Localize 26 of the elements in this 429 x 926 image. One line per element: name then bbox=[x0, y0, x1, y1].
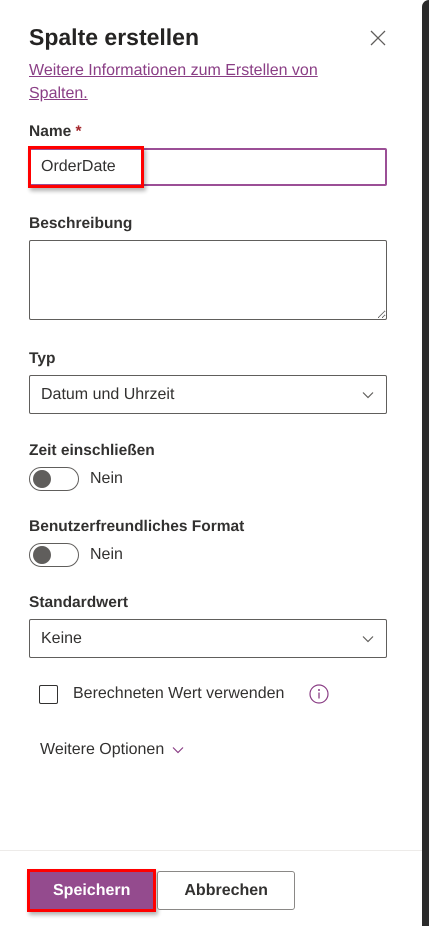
info-icon[interactable] bbox=[309, 684, 330, 704]
field-label: Beschreibung bbox=[29, 215, 134, 233]
panel-title: Spalte erstellen bbox=[29, 24, 200, 51]
checkbox-label: Berechneten Wert verwenden bbox=[73, 685, 284, 703]
toggle-switch[interactable] bbox=[29, 467, 79, 491]
toggle-switch[interactable] bbox=[29, 543, 79, 567]
field-label: Typ bbox=[29, 350, 56, 368]
chevron-down-icon bbox=[362, 390, 374, 398]
dropdown[interactable]: Datum und Uhrzeit bbox=[29, 375, 387, 414]
toggle-state: Nein bbox=[90, 546, 123, 564]
field-label: Zeit einschließen bbox=[29, 442, 156, 460]
name-input[interactable]: OrderDate bbox=[29, 148, 387, 186]
field-label: Standardwert bbox=[29, 594, 130, 612]
dropdown[interactable]: Keine bbox=[29, 619, 387, 658]
chevron-icon bbox=[172, 746, 184, 754]
field-label: Name * bbox=[29, 123, 83, 141]
checkbox[interactable] bbox=[39, 684, 58, 704]
field-label: Benutzerfreundliches Format bbox=[29, 518, 246, 536]
cancel-button[interactable]: Abbrechen bbox=[157, 871, 295, 910]
chevron-down-icon bbox=[362, 634, 374, 642]
save-button[interactable]: Speichern bbox=[29, 871, 154, 910]
info-link[interactable]: Weitere Informationen zum Erstellen von Spalten. bbox=[29, 59, 349, 105]
more-options-toggle[interactable]: Weitere Optionen bbox=[29, 741, 387, 759]
description-input[interactable] bbox=[29, 240, 387, 320]
toggle-state: Nein bbox=[90, 470, 123, 488]
close-icon[interactable] bbox=[369, 28, 387, 46]
